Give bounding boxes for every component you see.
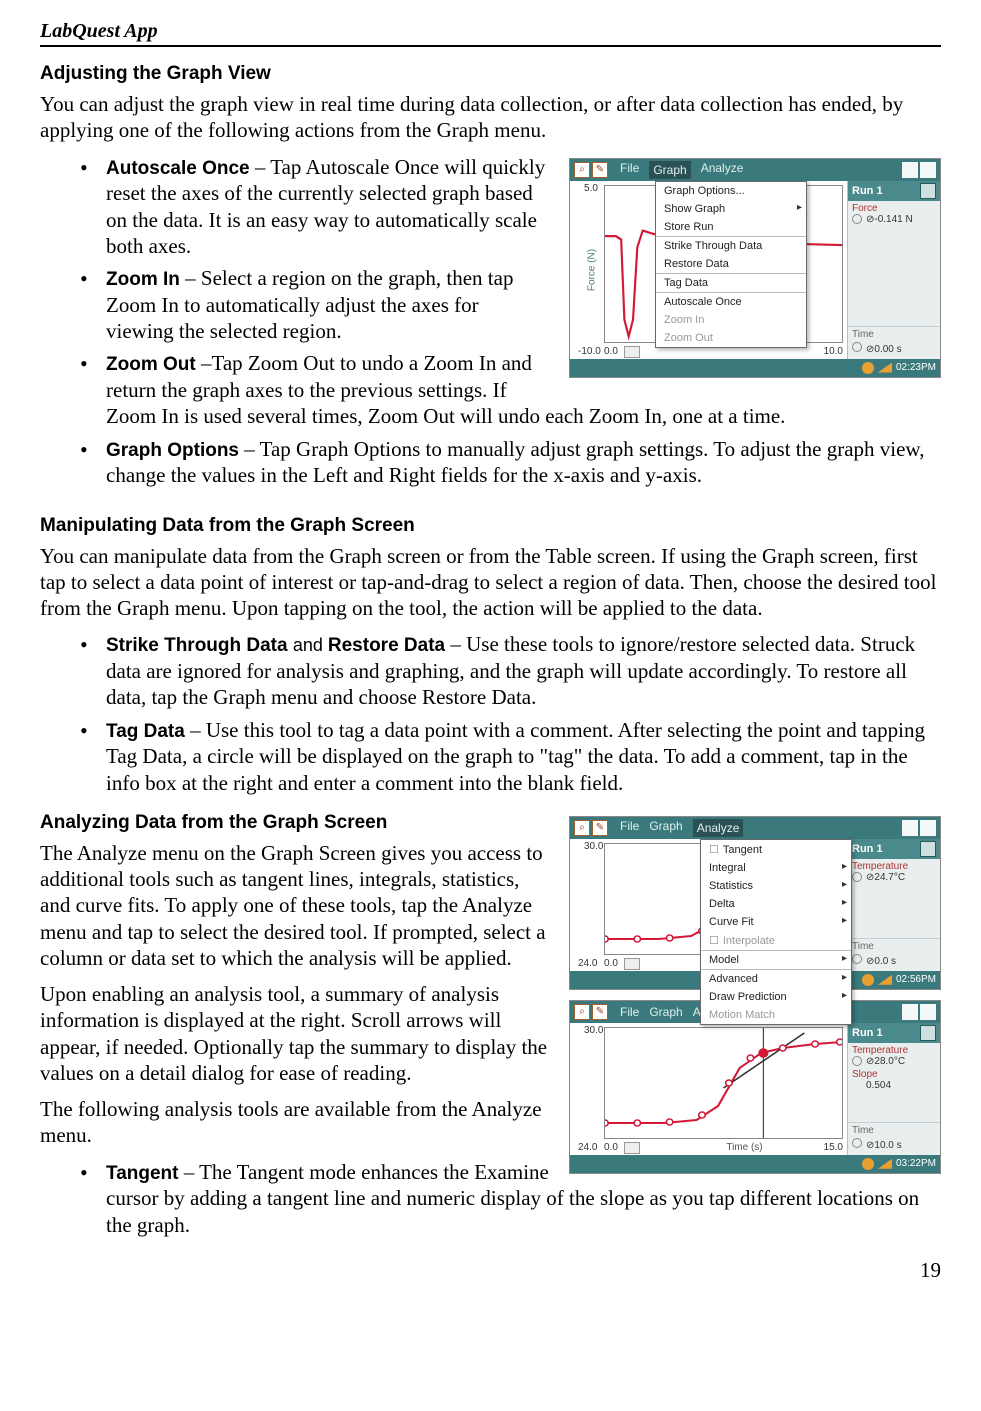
page-number: 19: [40, 1258, 941, 1283]
tab-icon-graph[interactable]: ✎: [592, 1004, 608, 1020]
menu-item-show-graph[interactable]: Show Graph: [656, 200, 806, 218]
heading-manipulating: Manipulating Data from the Graph Screen: [40, 515, 941, 537]
label-tag-data: Tag Data: [106, 721, 185, 742]
fig3-ytick-top: 30.0: [584, 1025, 603, 1036]
menu-file[interactable]: File: [620, 1005, 639, 1019]
menu-item-delta[interactable]: Delta: [701, 895, 851, 913]
adjust-intro: You can adjust the graph view in real ti…: [40, 91, 941, 144]
fig3-line-icon: [605, 1028, 842, 1138]
manip-intro: You can manipulate data from the Graph s…: [40, 543, 941, 622]
time-label: Time: [848, 1122, 940, 1138]
menu-item-motion-match: Motion Match: [701, 1006, 851, 1024]
menu-item-model[interactable]: Model: [701, 950, 851, 969]
analyze-bullets: Tangent – The Tangent mode enhances the …: [40, 1159, 941, 1238]
clock-readout: 02:56PM: [896, 974, 936, 985]
bullet-tangent: Tangent – The Tangent mode enhances the …: [80, 1159, 941, 1238]
sensor-label: Temperature: [848, 859, 940, 872]
menu-item-autoscale-once[interactable]: Autoscale Once: [656, 292, 806, 311]
fig2-graph-area[interactable]: Temperature (°C) 30.0 24.0: [570, 839, 847, 971]
home-icon[interactable]: [862, 974, 874, 986]
label-and: and: [293, 635, 323, 655]
bullet-zoom-in: Zoom In – Select a region on the graph, …: [80, 265, 941, 344]
bullet-strike-restore: Strike Through Data and Restore Data – U…: [80, 631, 941, 710]
label-strike-through-data: Strike Through Data: [106, 635, 288, 656]
menu-item-draw-prediction[interactable]: Draw Prediction: [701, 988, 851, 1006]
bullet-graph-options: Graph Options – Tap Graph Options to man…: [80, 436, 941, 489]
bullet-autoscale: Autoscale Once – Tap Autoscale Once will…: [80, 154, 941, 260]
menu-analyze[interactable]: Analyze: [693, 819, 744, 837]
run-selector[interactable]: Run 1: [848, 839, 940, 859]
menu-item-curve-fit[interactable]: Curve Fit: [701, 913, 851, 931]
time-value: ⊘10.0 s: [848, 1138, 940, 1155]
page-header: LabQuest App: [40, 20, 941, 47]
slope-value: 0.504: [848, 1080, 940, 1093]
fig2-ytick-bot: 24.0: [578, 958, 597, 969]
time-label: Time: [848, 938, 940, 954]
time-value: ⊘0.0 s: [848, 954, 940, 971]
tab-icon-notes[interactable]: [920, 820, 936, 836]
fig3-ytick-bot: 24.0: [578, 1142, 597, 1153]
equation-icon[interactable]: [624, 958, 640, 970]
menu-graph[interactable]: Graph: [649, 1005, 682, 1019]
store-run-icon[interactable]: [920, 1025, 936, 1041]
menu-item-statistics[interactable]: Statistics: [701, 877, 851, 895]
label-tangent: Tangent: [106, 1163, 178, 1184]
label-restore-data: Restore Data: [328, 635, 445, 656]
menu-graph[interactable]: Graph: [649, 819, 682, 837]
graph-dropdown-menu: Graph Options... Show Graph Store Run St…: [655, 181, 807, 348]
menu-item-tag-data[interactable]: Tag Data: [656, 273, 806, 292]
label-zoom-out: Zoom Out: [106, 354, 196, 375]
menu-file[interactable]: File: [620, 819, 639, 837]
tab-icon-notes[interactable]: [920, 1004, 936, 1020]
fig2-ytick-top: 30.0: [584, 841, 603, 852]
menu-item-zoom-out: Zoom Out: [656, 329, 806, 347]
menu-item-advanced[interactable]: Advanced: [701, 969, 851, 988]
sensor-label: Temperature: [848, 1043, 940, 1056]
fig3-xmax: 15.0: [824, 1142, 843, 1153]
menu-item-tangent[interactable]: Tangent: [701, 840, 851, 859]
sensor-value: ⊘28.0°C: [848, 1056, 940, 1069]
bullet-tag-data: Tag Data – Use this tool to tag a data p…: [80, 717, 941, 796]
figure-tangent-result: ⌕ ✎ File Graph Analyze Temperature (°: [569, 1000, 941, 1174]
fig2-right-panel[interactable]: Run 1 Temperature ⊘24.7°C Time ⊘0.0 s: [847, 839, 940, 971]
equation-icon[interactable]: [624, 1142, 640, 1154]
menu-item-interpolate: Interpolate: [701, 931, 851, 950]
figure-analyze-menu: ⌕ ✎ File Graph Analyze Temperature (°: [569, 816, 941, 990]
fig3-xmin: 0.0: [604, 1142, 618, 1153]
analyze-dropdown-menu: Tangent Integral Statistics Delta Curve …: [700, 839, 852, 1025]
fig2-xmin: 0.0: [604, 958, 618, 969]
menu-item-store-run[interactable]: Store Run: [656, 218, 806, 236]
menu-item-zoom-in: Zoom In: [656, 311, 806, 329]
fig3-right-panel[interactable]: Run 1 Temperature ⊘28.0°C Slope 0.504 Ti…: [847, 1023, 940, 1155]
label-graph-options: Graph Options: [106, 440, 239, 461]
tab-icon-meter[interactable]: ⌕: [574, 1004, 590, 1020]
heading-adjusting: Adjusting the Graph View: [40, 63, 941, 85]
tab-icon-table[interactable]: [902, 1004, 918, 1020]
tab-icon-meter[interactable]: ⌕: [574, 820, 590, 836]
fig2-toolbar: ⌕ ✎ File Graph Analyze: [570, 817, 940, 839]
fig3-xlabel: Time (s): [726, 1142, 762, 1153]
menu-item-graph-options[interactable]: Graph Options...: [656, 182, 806, 200]
slope-label: Slope: [848, 1069, 940, 1080]
tab-icon-graph[interactable]: ✎: [592, 820, 608, 836]
header-title: LabQuest App: [40, 20, 158, 43]
menu-item-restore-data[interactable]: Restore Data: [656, 255, 806, 273]
run-selector[interactable]: Run 1: [848, 1023, 940, 1043]
manip-bullets: Strike Through Data and Restore Data – U…: [40, 631, 941, 796]
label-autoscale-once: Autoscale Once: [106, 158, 250, 179]
wifi-icon[interactable]: [878, 975, 892, 985]
tab-icon-table[interactable]: [902, 820, 918, 836]
bullet-zoom-out: Zoom Out –Tap Zoom Out to undo a Zoom In…: [80, 350, 941, 429]
store-run-icon[interactable]: [920, 841, 936, 857]
menu-item-strike-through[interactable]: Strike Through Data: [656, 236, 806, 255]
menu-item-integral[interactable]: Integral: [701, 859, 851, 877]
label-zoom-in: Zoom In: [106, 269, 180, 290]
fig3-graph-area[interactable]: Temperature (°C) 30.0 24.0: [570, 1023, 847, 1155]
sensor-value: ⊘24.7°C: [848, 872, 940, 885]
